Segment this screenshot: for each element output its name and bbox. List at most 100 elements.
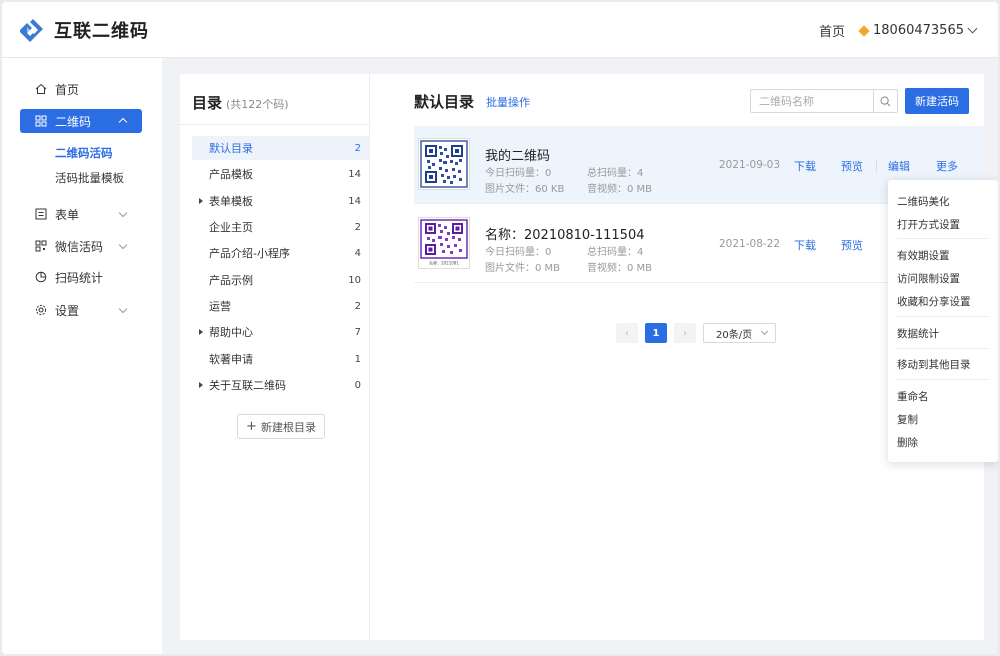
batch-operation-link[interactable]: 批量操作: [486, 94, 530, 110]
sidebar: 首页 二维码 二维码活码 活码批量模板 表单 微信活码 扫码统计 设置: [2, 58, 162, 654]
logo-icon: [20, 19, 43, 42]
directory-item-count: 14: [348, 168, 361, 180]
directory-item[interactable]: 企业主页 2: [192, 215, 369, 239]
menu-item-move[interactable]: 移动到其他目录: [897, 357, 971, 372]
qr-name[interactable]: 我的二维码: [485, 145, 550, 164]
divider: [876, 160, 877, 172]
sidebar-item-settings[interactable]: 设置: [20, 298, 142, 322]
sidebar-item-label: 二维码: [55, 114, 92, 129]
menu-divider: [897, 316, 989, 317]
directory-item[interactable]: 产品示例 10: [192, 268, 369, 292]
directory-item-count: 4: [354, 247, 361, 259]
directory-item[interactable]: 表单模板 14: [192, 189, 369, 213]
logo[interactable]: 互联二维码: [16, 16, 149, 44]
image-file-size: 图片文件：60 KB: [485, 184, 565, 195]
menu-item-rename[interactable]: 重命名: [897, 389, 929, 404]
menu-item-copy[interactable]: 复制: [897, 412, 918, 427]
thumbnail-caption: 名称：2021081: [429, 260, 459, 266]
directory-item-count: 1: [354, 353, 361, 365]
directory-item-label: 帮助中心: [209, 326, 253, 339]
directory-item[interactable]: 软著申请 1: [192, 347, 369, 371]
content-title: 默认目录: [414, 93, 475, 111]
qr-thumbnail[interactable]: [418, 138, 470, 190]
sidebar-sub-live-qrcode[interactable]: 二维码活码: [55, 145, 113, 161]
chevron-down-icon: [760, 327, 769, 336]
sidebar-item-label: 设置: [55, 303, 80, 318]
sidebar-item-home[interactable]: 首页: [20, 77, 142, 101]
more-link[interactable]: 更多: [936, 158, 958, 174]
caret-right-icon[interactable]: [199, 382, 203, 388]
directory-item[interactable]: 帮助中心 7: [192, 320, 369, 344]
av-file-size: 音视频：0 MB: [587, 184, 653, 195]
menu-item-delete[interactable]: 删除: [897, 435, 918, 450]
search-input[interactable]: [751, 90, 873, 112]
sidebar-sub-batch-template[interactable]: 活码批量模板: [55, 170, 124, 186]
sidebar-item-form[interactable]: 表单: [20, 202, 142, 226]
download-link[interactable]: 下载: [794, 158, 816, 174]
directory-item[interactable]: 关于互联二维码 0: [192, 373, 369, 397]
chevron-down-icon[interactable]: [967, 23, 978, 34]
directory-item-label: 产品模板: [209, 168, 253, 181]
form-icon: [34, 208, 47, 221]
image-file-size: 图片文件：0 MB: [485, 263, 561, 274]
preview-link[interactable]: 预览: [841, 158, 863, 174]
account-name[interactable]: 18060473565: [873, 23, 964, 38]
directory-item[interactable]: 产品模板 14: [192, 162, 369, 186]
total-scan-count: 总扫码量：4: [587, 247, 644, 258]
sidebar-item-label: 微信活码: [55, 239, 104, 254]
directory-count: (共122个码): [226, 98, 289, 111]
chevron-down-icon: [118, 304, 128, 314]
directory-item-count: 7: [354, 326, 361, 338]
menu-item-beautify[interactable]: 二维码美化: [897, 194, 950, 209]
download-link[interactable]: 下载: [794, 237, 816, 253]
prev-page-button[interactable]: ‹: [616, 323, 638, 343]
directory-item-count: 2: [354, 142, 361, 154]
sidebar-item-label: 首页: [55, 82, 80, 97]
home-icon: [34, 83, 47, 96]
more-actions-menu: 二维码美化 打开方式设置 有效期设置 访问限制设置 收藏和分享设置 数据统计 移…: [888, 180, 998, 462]
directory-item-label: 企业主页: [209, 221, 253, 234]
new-live-code-button[interactable]: 新建活码: [905, 88, 969, 114]
vip-diamond-icon: [858, 24, 870, 37]
chevron-down-icon: [118, 208, 128, 218]
sidebar-item-label: 表单: [55, 207, 80, 222]
menu-item-statistics[interactable]: 数据统计: [897, 326, 939, 341]
new-root-directory-button[interactable]: + 新建根目录: [237, 414, 325, 439]
menu-divider: [897, 238, 989, 239]
menu-item-access-limit[interactable]: 访问限制设置: [897, 271, 960, 286]
qr-code-image: 名称：2021081: [420, 219, 468, 266]
new-root-label: 新建根目录: [260, 420, 316, 434]
total-scan-count: 总扫码量：4: [587, 168, 644, 179]
directory-item-label: 产品示例: [209, 274, 253, 287]
sidebar-item-wechat[interactable]: 微信活码: [20, 234, 142, 258]
menu-item-favorite-share[interactable]: 收藏和分享设置: [897, 294, 971, 309]
qr-code-image: [420, 140, 468, 188]
page-button-current[interactable]: 1: [645, 323, 667, 343]
header-home-link[interactable]: 首页: [819, 21, 845, 40]
header-right: 首页 18060473565: [819, 21, 978, 40]
top-header: 互联二维码 首页 18060473565: [2, 2, 998, 58]
sidebar-item-stats[interactable]: 扫码统计: [20, 265, 142, 289]
edit-link[interactable]: 编辑: [888, 158, 910, 174]
page-size-select[interactable]: 20条/页: [703, 323, 776, 343]
main-panel: 目录 (共122个码) 默认目录 2 产品模板 14 表单模板 14 企业主页 2: [180, 74, 984, 640]
search-icon[interactable]: [873, 90, 897, 112]
directory-item-label: 运营: [209, 300, 231, 313]
directory-item[interactable]: 运营 2: [192, 294, 369, 318]
chevron-up-icon: [118, 117, 128, 127]
qr-icon: [34, 240, 47, 253]
directory-item-count: 10: [348, 274, 361, 286]
qr-thumbnail[interactable]: 名称：2021081: [418, 217, 470, 269]
menu-item-validity[interactable]: 有效期设置: [897, 248, 950, 263]
sidebar-item-qrcode[interactable]: 二维码: [20, 109, 142, 133]
directory-item[interactable]: 默认目录 2: [192, 136, 369, 160]
next-page-button[interactable]: ›: [674, 323, 696, 343]
directory-item[interactable]: 产品介绍-小程序 4: [192, 241, 369, 265]
directory-item-label: 产品介绍-小程序: [209, 247, 290, 260]
qr-name[interactable]: 名称：20210810-111504: [485, 224, 645, 243]
menu-item-open-mode[interactable]: 打开方式设置: [897, 217, 960, 232]
caret-right-icon[interactable]: [199, 198, 203, 204]
preview-link[interactable]: 预览: [841, 237, 863, 253]
caret-right-icon[interactable]: [199, 329, 203, 335]
page-size-value: 20条/页: [716, 329, 753, 341]
